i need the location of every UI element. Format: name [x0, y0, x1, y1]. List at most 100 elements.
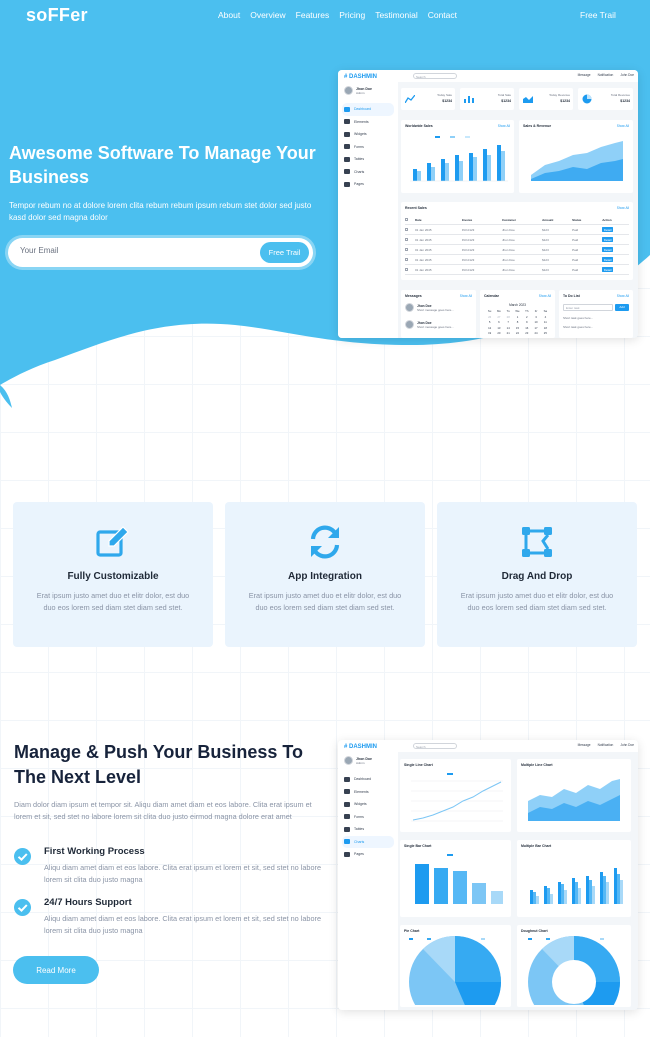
topbar-user: John Doe: [620, 743, 634, 747]
sales-revenue-area-chart: [531, 141, 623, 181]
nav-links: About Overview Features Pricing Testimon…: [218, 10, 457, 20]
calendar-date: 7: [507, 320, 509, 325]
message-item: Jhon Doe Short message goes here...: [405, 303, 454, 312]
menu-item-forms: Forms: [342, 141, 394, 154]
top-navbar: soFFer About Overview Features Pricing T…: [0, 0, 650, 32]
stat-label: Total Revenue: [610, 93, 630, 97]
stat-card: Today Sale $1234: [401, 88, 455, 110]
pie-chart-icon: [582, 94, 592, 104]
topbar-notification: Notification: [597, 743, 614, 747]
calendar-date: 3: [535, 314, 537, 319]
card-title: Single Line Chart: [404, 763, 433, 767]
card-title: Worldwide Sales: [405, 124, 433, 128]
avatar: [405, 320, 414, 329]
menu-item-charts: Charts: [342, 166, 394, 179]
check-icon: [14, 899, 31, 916]
brand-logo[interactable]: soFFer: [26, 5, 88, 26]
calendar-card: Calendar Show All March 2023 Su Mo Tu We Th F…: [480, 290, 555, 338]
single-bar-chart-card: Single Bar Chart: [400, 840, 511, 917]
calendar-date: 21: [506, 331, 510, 336]
nav-free-trial-link[interactable]: Free Trail: [580, 10, 616, 20]
row-checkbox: [405, 218, 408, 221]
messages-card: Messages Show All Jhon Doe Short message …: [401, 290, 476, 338]
card-title: Pie Chart: [404, 929, 420, 933]
row-checkbox: [405, 238, 408, 241]
row-checkbox: [405, 258, 408, 261]
table-cell: $123: [542, 267, 549, 272]
calendar-day-label: Fr: [534, 309, 538, 313]
check-icon: [14, 848, 31, 865]
multiple-line-chart: [528, 779, 620, 821]
single-line-chart: [411, 773, 503, 822]
feature-title: Drag And Drop: [501, 571, 573, 582]
calendar-date: 17: [534, 325, 538, 330]
feature-title: App Integration: [288, 571, 362, 582]
charts-dashboard-preview: # DASHMIN Jhon Doe Admin Dashboard Eleme…: [338, 740, 638, 1010]
feature-card-drag-drop: Drag And Drop Erat ipsum justo amet duo …: [437, 502, 637, 647]
detail-button: Detail: [602, 236, 613, 243]
nav-link-testimonial[interactable]: Testimonial: [375, 10, 418, 20]
user-name: Jhon Doe: [356, 756, 372, 761]
todo-item: Short task goes here...: [563, 316, 594, 320]
detail-button: Detail: [602, 256, 613, 263]
free-trial-button[interactable]: Free Trail: [260, 242, 309, 263]
show-all-link: Show All: [459, 294, 472, 298]
detail-button: Detail: [602, 266, 613, 273]
table-cell: Paid: [572, 237, 579, 242]
calendar-month: March 2023: [509, 303, 526, 307]
card-title: Sales & Revenue: [523, 124, 552, 128]
show-all-link: Show All: [616, 124, 629, 128]
feature-description: Erat ipsum justo amet duo et elitr dolor…: [460, 591, 614, 612]
nav-link-features[interactable]: Features: [296, 10, 330, 20]
edit-icon: [96, 526, 129, 557]
calendar-day-label: Sa: [543, 309, 548, 313]
nav-link-overview[interactable]: Overview: [250, 10, 285, 20]
dashboard-user: Jhon Doe Admin: [344, 756, 372, 765]
nav-link-about[interactable]: About: [218, 10, 240, 20]
calendar-date: 11: [543, 320, 547, 325]
todo-add-button: Add: [615, 304, 629, 311]
table-cell: Paid: [572, 267, 579, 272]
point-title: First Working Process: [44, 846, 145, 857]
manage-section: Manage & Push Your Business To The Next …: [0, 730, 650, 1030]
dashboard-sidebar: # DASHMIN Jhon Doe Admin Dashboard Eleme…: [338, 740, 398, 1010]
table-cell: 01 Jan 2045: [415, 237, 432, 242]
nav-link-pricing[interactable]: Pricing: [339, 10, 365, 20]
sync-icon: [310, 525, 340, 559]
calendar-grid: Su Mo Tu We Th Fr Sa 26 27 28 1 2 3 4 5 6 7 8 9 10 11 12 13 14 1…: [485, 309, 550, 335]
point-title: 24/7 Hours Support: [44, 897, 132, 908]
feature-description: Erat ipsum justo amet duo et elitr dolor…: [248, 591, 402, 612]
forms-icon: [344, 814, 350, 820]
multiple-line-chart-card: Multiple Line Chart: [517, 759, 631, 832]
card-title: Doughnut Chart: [521, 929, 548, 933]
show-all-link: Show All: [616, 206, 629, 210]
email-input[interactable]: [20, 246, 220, 255]
user-name: Jhon Doe: [356, 86, 372, 91]
menu-item-tables: Tables: [342, 823, 394, 836]
elements-icon: [344, 119, 350, 125]
card-title: Single Bar Chart: [404, 844, 432, 848]
stat-card: Today Revenue $1234: [519, 88, 573, 110]
table-cell: $123: [542, 247, 549, 252]
row-checkbox: [405, 268, 408, 271]
calendar-date: 6: [498, 320, 500, 325]
calendar-date: 13: [497, 325, 501, 330]
features-section: Fully Customizable Erat ipsum justo amet…: [0, 500, 650, 650]
calendar-date: 22: [515, 331, 520, 336]
read-more-button[interactable]: Read More: [13, 956, 99, 984]
calendar-date: 9: [526, 320, 528, 325]
calendar-date: 5: [488, 320, 491, 325]
calendar-date: 16: [525, 325, 529, 330]
nav-link-contact[interactable]: Contact: [428, 10, 457, 20]
stat-value: $1234: [560, 99, 570, 103]
table-cell: Jhon Doe: [501, 227, 515, 232]
menu-item-pages: Pages: [342, 848, 394, 861]
table-cell: INV-0123: [461, 267, 475, 272]
card-title: Multiple Bar Chart: [521, 844, 552, 848]
message-item: Jhon Doe Short message goes here...: [405, 320, 454, 329]
table-cell: INV-0123: [461, 257, 475, 262]
topbar-items: Message Notification John Doe: [578, 73, 634, 77]
stat-label: Today Revenue: [549, 93, 570, 97]
table-cell: $123: [542, 257, 549, 262]
recent-sales-table: Date Invoice Customer Amount Status Action 01 …: [405, 215, 629, 275]
